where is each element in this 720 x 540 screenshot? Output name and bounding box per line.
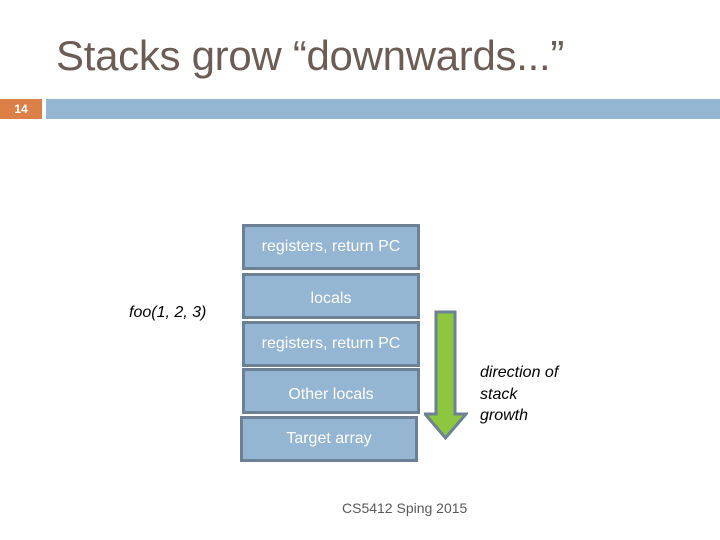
slide-number-badge: 14 — [0, 99, 42, 119]
slide-title: Stacks grow “downwards...” — [56, 32, 565, 79]
slide-footer: CS5412 Sping 2015 — [342, 500, 468, 516]
stack-frame-locals: locals — [242, 273, 420, 319]
header-bar — [46, 99, 720, 119]
stack-frame-registers-return-pc-1: registers, return PC — [242, 224, 420, 270]
stack-frame-other-locals: Other locals — [242, 368, 420, 414]
growth-label-line-2: stack — [480, 385, 518, 403]
growth-label-line-3: growth — [480, 407, 529, 424]
down-arrow-icon — [424, 310, 468, 441]
stack-frame-target-array: Target array — [240, 416, 418, 462]
function-call-label: foo(1, 2, 3) — [129, 304, 207, 321]
growth-direction-label: direction of stack growth — [480, 362, 558, 427]
growth-label-line-1: direction of — [480, 364, 559, 381]
stack-frame-registers-return-pc-2: registers, return PC — [242, 321, 420, 367]
